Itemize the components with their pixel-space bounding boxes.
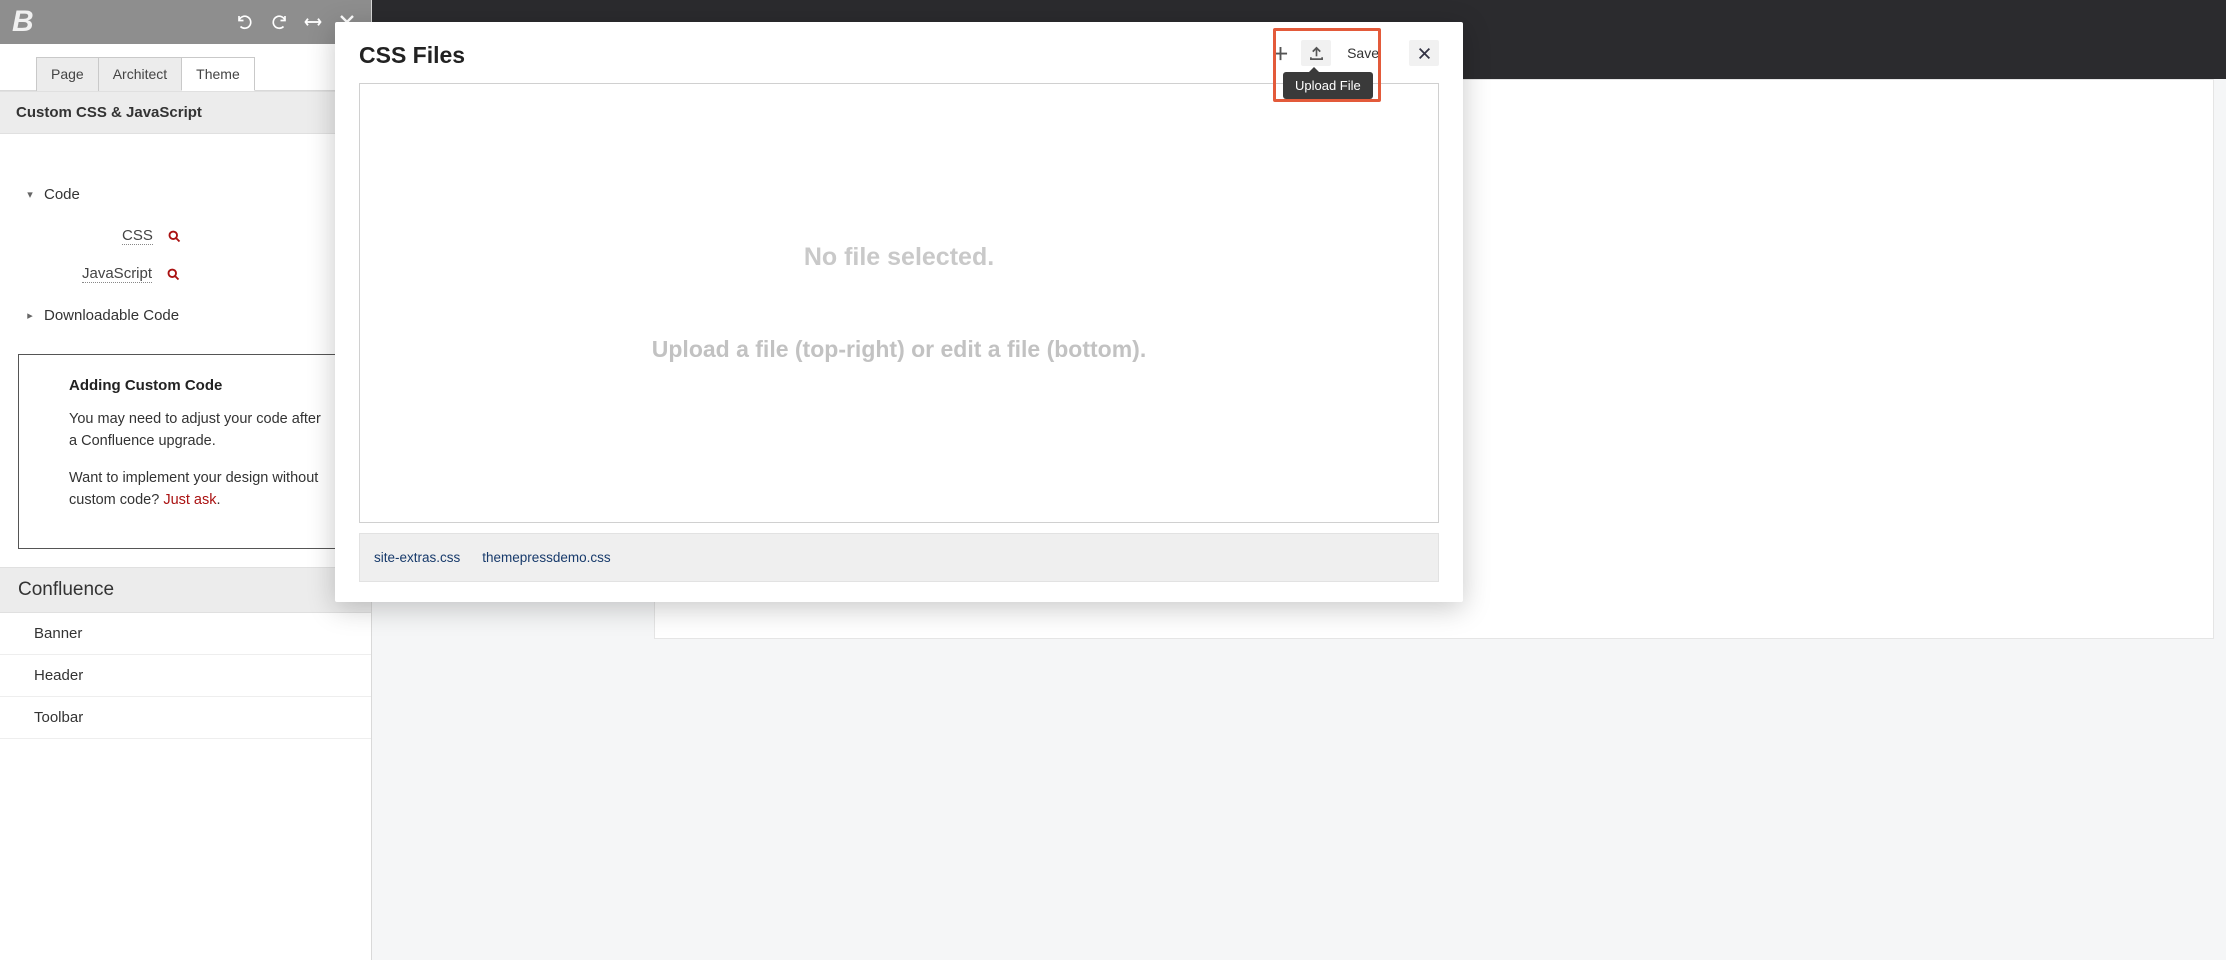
chevron-down-icon: ▾ xyxy=(24,189,36,201)
tab-architect[interactable]: Architect xyxy=(98,57,182,91)
sidebar-app-bar: B xyxy=(0,0,371,44)
tab-page[interactable]: Page xyxy=(36,57,99,91)
tree-leaf-css[interactable]: CSS xyxy=(122,217,359,255)
search-icon[interactable] xyxy=(166,267,181,282)
sidebar-item-header[interactable]: Header xyxy=(0,655,371,697)
tree-leaf-label[interactable]: CSS xyxy=(122,227,153,245)
app-logo: B xyxy=(8,5,32,39)
save-button[interactable]: Save xyxy=(1337,41,1389,65)
expand-horizontal-icon[interactable] xyxy=(299,8,327,36)
file-link[interactable]: themepressdemo.css xyxy=(482,550,610,565)
sidebar-scroll[interactable]: i ▾ Code CSS JavaScript xyxy=(0,134,371,960)
add-file-button[interactable] xyxy=(1265,40,1295,66)
callout-title: Adding Custom Code xyxy=(69,377,322,394)
chevron-right-icon: ▸ xyxy=(24,310,36,322)
search-icon[interactable] xyxy=(167,229,182,244)
tree-leaf-label[interactable]: JavaScript xyxy=(82,265,152,283)
file-list-bar: site-extras.css themepressdemo.css xyxy=(359,533,1439,582)
just-ask-link[interactable]: Just ask xyxy=(163,492,216,508)
tree-leaf-javascript[interactable]: JavaScript xyxy=(82,255,359,293)
callout-paragraph: You may need to adjust your code after a… xyxy=(69,408,322,453)
sidebar: B Page Architect Theme Custom CSS & Java… xyxy=(0,0,372,960)
dialog-header: CSS Files Save xyxy=(359,42,1439,69)
tooltip-upload-file: Upload File xyxy=(1283,72,1373,99)
dialog-title: CSS Files xyxy=(359,42,465,69)
sidebar-tabs: Page Architect Theme xyxy=(0,44,371,91)
section-title-custom-css-js: Custom CSS & JavaScript xyxy=(0,91,371,134)
redo-icon[interactable] xyxy=(265,8,293,36)
upload-file-button[interactable] xyxy=(1301,40,1331,66)
tree-node-label: Downloadable Code xyxy=(44,307,179,324)
tab-theme[interactable]: Theme xyxy=(181,57,255,91)
dialog-action-group: Save xyxy=(1265,40,1439,66)
sidebar-item-toolbar[interactable]: Toolbar xyxy=(0,697,371,739)
tree-children-code: CSS JavaScript xyxy=(24,209,359,301)
file-dropzone[interactable]: No file selected. Upload a file (top-rig… xyxy=(359,83,1439,523)
dropzone-message-1: No file selected. xyxy=(804,243,994,272)
file-link[interactable]: site-extras.css xyxy=(374,550,460,565)
close-dialog-button[interactable] xyxy=(1409,40,1439,66)
sidebar-item-banner[interactable]: Banner xyxy=(0,613,371,655)
tree-node-code[interactable]: ▾ Code xyxy=(24,180,359,209)
tree-node-downloadable-code[interactable]: ▸ Downloadable Code xyxy=(24,301,359,330)
callout-adding-custom-code: Adding Custom Code You may need to adjus… xyxy=(18,354,353,549)
dialog-css-files: CSS Files Save No file selected. Upload … xyxy=(335,22,1463,602)
tree-node-label: Code xyxy=(44,186,80,203)
section-confluence: Confluence xyxy=(0,567,371,613)
tree: ▾ Code CSS JavaScript ▸ xyxy=(0,176,371,340)
undo-icon[interactable] xyxy=(231,8,259,36)
dropzone-message-2: Upload a file (top-right) or edit a file… xyxy=(652,336,1146,363)
callout-paragraph: Want to implement your design without cu… xyxy=(69,467,322,512)
